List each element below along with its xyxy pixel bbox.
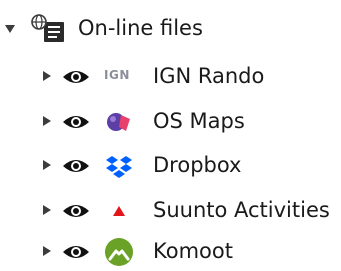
- tree-node-suunto-activities[interactable]: Suunto Activities: [0, 190, 341, 230]
- tree-node-online-files[interactable]: On-line files: [0, 8, 341, 48]
- dropbox-logo-icon: [106, 156, 132, 178]
- eye-icon[interactable]: [62, 113, 90, 131]
- komoot-logo-icon: [105, 238, 133, 266]
- tree-node-label: OS Maps: [153, 109, 245, 133]
- tree-node-label: Suunto Activities: [153, 198, 330, 222]
- tree-node-label: IGN Rando: [153, 64, 265, 88]
- tree-node-os-maps[interactable]: OS Maps: [0, 101, 341, 141]
- collapsed-arrow-icon[interactable]: [42, 70, 52, 82]
- tree-node-label: Dropbox: [153, 153, 242, 177]
- suunto-logo-icon: [113, 206, 125, 216]
- tree-node-ign-rando[interactable]: IGN IGN Rando: [0, 56, 341, 96]
- collapsed-arrow-icon[interactable]: [42, 204, 52, 216]
- expand-arrow-icon[interactable]: [4, 23, 16, 35]
- os-maps-logo-icon: [107, 113, 130, 131]
- tree-node-komoot[interactable]: Komoot: [0, 231, 341, 271]
- tree-node-label: On-line files: [78, 16, 203, 40]
- collapsed-arrow-icon[interactable]: [42, 115, 52, 127]
- online-files-tree: On-line files IGN IGN Rando OS Maps Drop…: [0, 0, 341, 269]
- ign-logo-icon: IGN: [104, 68, 130, 82]
- eye-icon[interactable]: [62, 202, 90, 220]
- eye-icon[interactable]: [62, 157, 90, 175]
- tree-node-label: Komoot: [153, 239, 233, 263]
- eye-icon[interactable]: [62, 243, 90, 261]
- collapsed-arrow-icon[interactable]: [42, 245, 52, 257]
- online-files-icon: [31, 14, 64, 42]
- tree-node-dropbox[interactable]: Dropbox: [0, 145, 341, 185]
- collapsed-arrow-icon[interactable]: [42, 159, 52, 171]
- eye-icon[interactable]: [62, 68, 90, 86]
